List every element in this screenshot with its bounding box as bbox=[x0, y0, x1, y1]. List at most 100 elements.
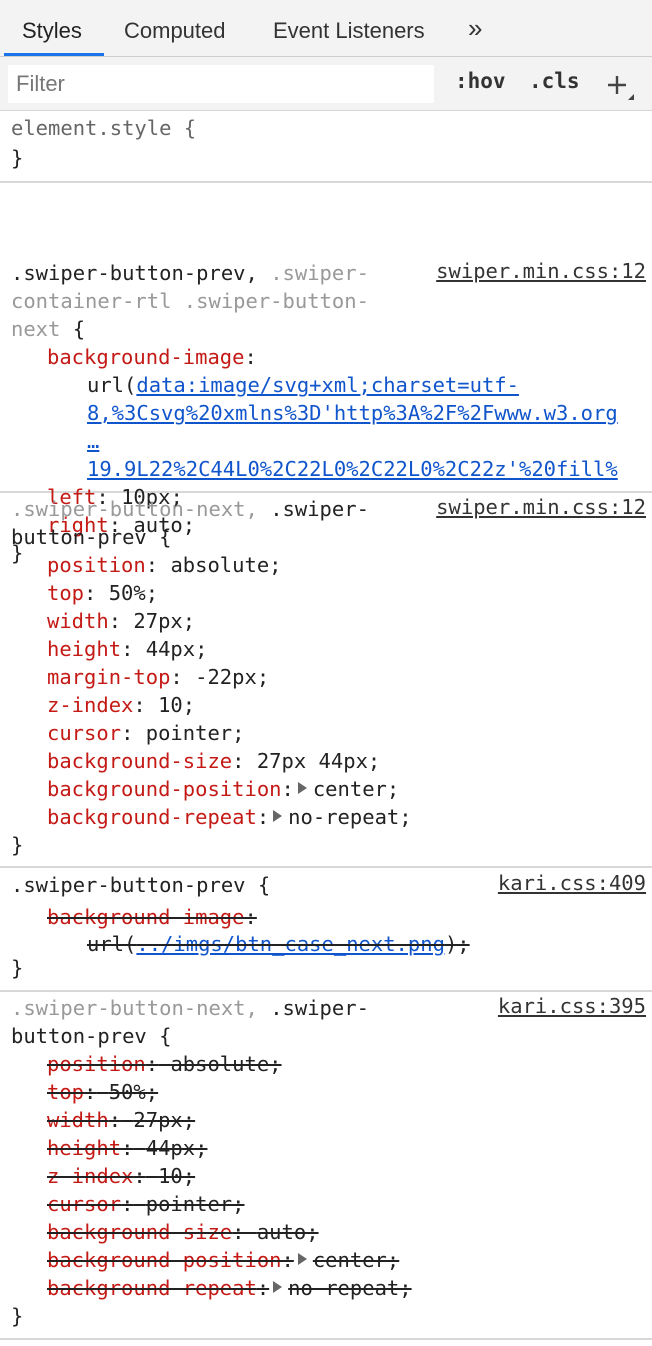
source-link[interactable]: kari.css:409 bbox=[498, 871, 646, 895]
class-toggle[interactable]: .cls bbox=[529, 69, 580, 93]
declaration-margin-top[interactable]: margin-top: -22px; bbox=[47, 663, 269, 691]
colon: : bbox=[170, 665, 183, 689]
declaration-background-size[interactable]: background-size: 27px 44px; bbox=[47, 747, 380, 775]
selector-nomatch: .swiper-button-next, bbox=[11, 996, 271, 1020]
declaration-background-position[interactable]: background-position: center; bbox=[47, 1246, 399, 1274]
property-name: height bbox=[47, 637, 122, 661]
declaration-background-repeat[interactable]: background-repeat: no-repeat; bbox=[47, 803, 412, 831]
colon: : bbox=[84, 581, 97, 605]
property-name: z-index bbox=[47, 693, 134, 717]
hover-state-toggle[interactable]: :hov bbox=[455, 69, 506, 93]
declaration-height[interactable]: height: 44px; bbox=[47, 635, 207, 663]
property-name: width bbox=[47, 1108, 109, 1132]
data-url-ellipsis[interactable]: … bbox=[87, 427, 99, 455]
selector-match: button-prev bbox=[11, 525, 147, 549]
declaration-cursor[interactable]: cursor: pointer; bbox=[47, 719, 245, 747]
declaration-z-index[interactable]: z-index: 10; bbox=[47, 1162, 195, 1190]
new-style-rule-button[interactable] bbox=[600, 64, 636, 100]
property-name: background-size bbox=[47, 749, 233, 773]
rule-selector-line-2: button-prev { bbox=[11, 1022, 171, 1050]
tab-styles[interactable]: Styles bbox=[22, 0, 82, 57]
data-url-link[interactable]: data:image/svg+xml;charset=utf- bbox=[136, 373, 519, 397]
declaration-position[interactable]: position: absolute; bbox=[47, 551, 282, 579]
source-link[interactable]: swiper.min.css:12 bbox=[436, 259, 646, 283]
background-image-value: url(../imgs/btn_case_next.png); bbox=[87, 930, 470, 958]
expand-triangle-icon[interactable] bbox=[273, 1281, 283, 1293]
property-name: background-position bbox=[47, 777, 282, 801]
source-link[interactable]: kari.css:395 bbox=[498, 994, 646, 1018]
element-style-rule: element.style { } bbox=[0, 111, 652, 183]
declaration-cursor[interactable]: cursor: pointer; bbox=[47, 1190, 245, 1218]
colon: : bbox=[121, 721, 134, 745]
rule-close-brace: } bbox=[11, 146, 24, 170]
property-value: no-repeat; bbox=[288, 805, 412, 829]
background-image-value: url(data:image/svg+xml;charset=utf- bbox=[87, 371, 519, 399]
selector-match: .swiper- bbox=[270, 497, 369, 521]
colon: : bbox=[121, 1136, 134, 1160]
colon: : bbox=[145, 553, 159, 577]
property-value: 10; bbox=[158, 1164, 196, 1188]
declaration-top[interactable]: top: 50%; bbox=[47, 1078, 158, 1106]
url-close: ); bbox=[444, 932, 470, 956]
property-name: background-repeat bbox=[47, 805, 257, 829]
filter-input[interactable] bbox=[8, 65, 434, 103]
declaration-position[interactable]: position: absolute; bbox=[47, 1050, 282, 1078]
colon: : bbox=[232, 749, 245, 773]
rule-selector-line-3: next { bbox=[11, 315, 85, 343]
declaration-background-position[interactable]: background-position: center; bbox=[47, 775, 399, 803]
styles-pane: element.style { } .swiper-button-prev, .… bbox=[0, 111, 652, 565]
property-value: 44px; bbox=[145, 1136, 208, 1160]
url-open: url( bbox=[87, 932, 137, 956]
data-url-link-line-4[interactable]: 19.9L22%2C44L0%2C22L0%2C22L0%2C22z'%20fi… bbox=[87, 455, 618, 483]
declaration-width[interactable]: width: 27px; bbox=[47, 607, 195, 635]
property-name: top bbox=[47, 581, 85, 605]
property-value: 27px 44px; bbox=[256, 749, 381, 773]
open-brace: { bbox=[146, 1024, 172, 1048]
property-value: auto; bbox=[256, 1220, 319, 1244]
declaration-background-image[interactable]: background-image: bbox=[47, 343, 257, 371]
colon: : bbox=[133, 693, 146, 717]
declaration-background-repeat[interactable]: background-repeat: no-repeat; bbox=[47, 1274, 412, 1302]
colon: : bbox=[108, 1108, 122, 1132]
source-link[interactable]: swiper.min.css:12 bbox=[436, 495, 646, 519]
selector-match: button-prev bbox=[11, 1024, 147, 1048]
property-value: pointer; bbox=[145, 1192, 245, 1216]
expand-triangle-icon[interactable] bbox=[273, 810, 283, 822]
rule-selector-line-1: .swiper-button-next, .swiper- bbox=[11, 994, 369, 1022]
property-name: position bbox=[47, 553, 146, 577]
rule-selector: element.style { bbox=[11, 116, 197, 140]
tab-event-listeners[interactable]: Event Listeners bbox=[273, 0, 425, 57]
expand-triangle-icon[interactable] bbox=[297, 782, 307, 794]
property-value: pointer; bbox=[145, 721, 245, 745]
image-url-link[interactable]: ../imgs/btn_case_next.png bbox=[136, 932, 445, 956]
rule-close-brace: } bbox=[11, 833, 24, 857]
style-rule-swiper-min-1: .swiper-button-prev, .swiper- container-… bbox=[0, 183, 652, 565]
selector-nomatch: .swiper- bbox=[270, 261, 369, 285]
declaration-height[interactable]: height: 44px; bbox=[47, 1134, 207, 1162]
property-name: cursor bbox=[47, 721, 122, 745]
declaration-top[interactable]: top: 50%; bbox=[47, 579, 158, 607]
styles-toolbar: :hov .cls bbox=[0, 57, 652, 111]
more-tabs-button[interactable]: » bbox=[468, 0, 482, 54]
property-name: position bbox=[47, 1052, 146, 1076]
style-rule-swiper-min-2: .swiper-button-next, .swiper- button-pre… bbox=[0, 493, 652, 868]
property-value: -22px; bbox=[195, 665, 270, 689]
declaration-background-size[interactable]: background-size: auto; bbox=[47, 1218, 319, 1246]
declaration-background-image-overridden[interactable]: background-image: bbox=[47, 903, 257, 931]
tab-computed[interactable]: Computed bbox=[124, 0, 226, 57]
data-url-link-line-2[interactable]: 8,%3Csvg%20xmlns%3D'http%3A%2F%2Fwww.w3.… bbox=[87, 399, 618, 427]
rule-close-brace: } bbox=[11, 956, 24, 980]
declaration-width[interactable]: width: 27px; bbox=[47, 1106, 195, 1134]
property-value: absolute; bbox=[170, 553, 282, 577]
declaration-z-index[interactable]: z-index: 10; bbox=[47, 691, 195, 719]
property-name: background-position bbox=[47, 1248, 282, 1272]
style-rule-kari-395: .swiper-button-next, .swiper- button-pre… bbox=[0, 992, 652, 1340]
expand-triangle-icon[interactable] bbox=[297, 1253, 307, 1265]
property-name: top bbox=[47, 1080, 85, 1104]
property-name: z-index bbox=[47, 1164, 134, 1188]
rule-close-brace: } bbox=[11, 1304, 24, 1328]
style-rule-kari-409: .swiper-button-prev { kari.css:409 backg… bbox=[0, 868, 652, 992]
rule-selector-line-1: .swiper-button-next, .swiper- bbox=[11, 495, 369, 523]
property-name: margin-top bbox=[47, 665, 171, 689]
property-name: cursor bbox=[47, 1192, 122, 1216]
